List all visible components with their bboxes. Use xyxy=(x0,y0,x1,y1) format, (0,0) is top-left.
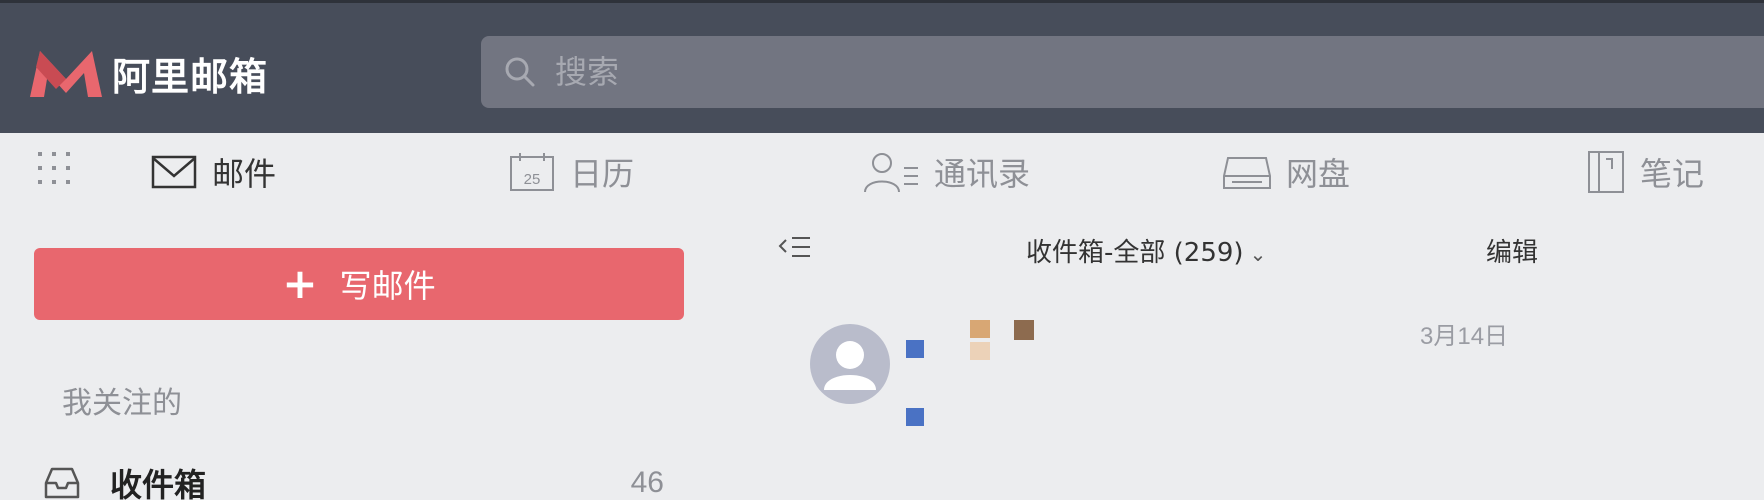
mail-icon xyxy=(151,155,197,189)
search-input[interactable] xyxy=(555,53,1355,91)
logo-m-icon xyxy=(30,51,102,97)
mail-list-item[interactable]: 3月14日 xyxy=(770,300,1570,450)
section-label-followed: 我关注的 xyxy=(62,386,182,421)
default-avatar-icon xyxy=(824,341,876,390)
nav-tab-label: 日历 xyxy=(570,155,635,193)
top-header: 阿里邮箱 xyxy=(0,0,1764,133)
app-name: 阿里邮箱 xyxy=(112,54,269,99)
redacted-block xyxy=(906,408,924,426)
plus-icon: + xyxy=(282,259,318,308)
compose-button[interactable]: + 写邮件 xyxy=(34,248,684,320)
svg-text:25: 25 xyxy=(524,171,541,188)
mail-date: 3月14日 xyxy=(1420,323,1509,350)
avatar xyxy=(810,324,890,404)
redacted-block xyxy=(1014,320,1034,340)
nav-tab-contacts[interactable]: 通讯录 xyxy=(862,149,1030,195)
redacted-block xyxy=(906,340,924,358)
nav-tab-calendar[interactable]: 25 日历 xyxy=(508,149,634,195)
edit-button[interactable]: 编辑 xyxy=(1486,232,1538,269)
folder-count: 46 xyxy=(630,466,664,499)
search-icon xyxy=(505,57,535,87)
nav-tab-mail[interactable]: 邮件 xyxy=(150,149,276,195)
calendar-icon: 25 xyxy=(510,153,554,191)
folder-filter-dropdown[interactable]: 收件箱-全部 (259) ⌄ xyxy=(1026,232,1266,269)
collapse-list-icon[interactable] xyxy=(778,232,814,264)
chevron-down-icon: ⌄ xyxy=(1249,242,1267,266)
compose-label: 写邮件 xyxy=(339,267,436,305)
redacted-block xyxy=(970,320,990,338)
nav-tab-label: 邮件 xyxy=(212,155,277,193)
nav-tab-notes[interactable]: 笔记 xyxy=(1586,149,1704,195)
inbox-icon xyxy=(44,467,80,499)
folder-name: 收件箱 xyxy=(110,466,207,500)
search-bar[interactable] xyxy=(481,36,1764,108)
nav-tab-label: 网盘 xyxy=(1286,155,1351,193)
redacted-block xyxy=(970,342,990,360)
app-logo[interactable]: 阿里邮箱 xyxy=(26,45,268,101)
folder-inbox[interactable]: 收件箱 46 xyxy=(42,458,672,500)
nav-tab-drive[interactable]: 网盘 xyxy=(1222,149,1350,195)
module-nav: 邮件 25 日历 通讯录 网盘 笔记 xyxy=(0,133,1764,211)
nav-tab-label: 通讯录 xyxy=(934,155,1031,193)
drive-icon xyxy=(1223,157,1271,189)
notes-icon xyxy=(1588,151,1624,193)
contacts-icon xyxy=(864,153,918,193)
nav-tab-label: 笔记 xyxy=(1640,155,1705,193)
folder-filter-label: 收件箱-全部 (259) xyxy=(1026,238,1244,268)
mail-list-toolbar: 收件箱-全部 (259) ⌄ 编辑 xyxy=(770,228,1570,268)
